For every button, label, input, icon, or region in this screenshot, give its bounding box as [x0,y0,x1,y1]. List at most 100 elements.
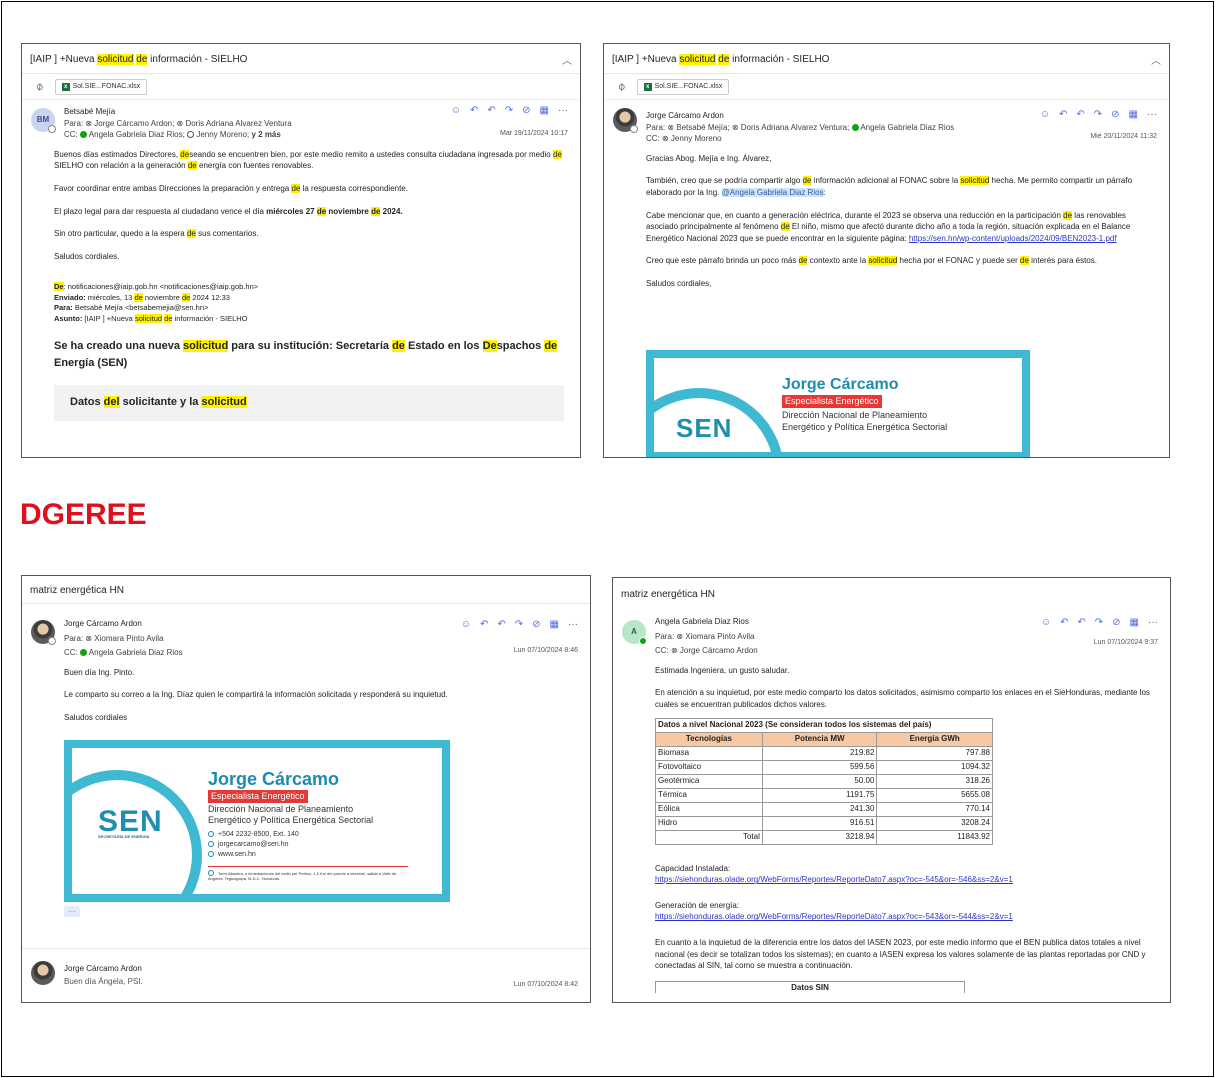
attachment-chip[interactable]: x Sol.SIE...FONAC.xlsx [54,78,148,95]
forwarded-header: De: notificaciones@iaip.gob.hn <notifica… [54,282,259,323]
to-line: Para: ⊗ Betsabé Mejía; ⊗ Doris Adriana A… [646,122,955,132]
section-header: Datos del solicitante y la solicitud [54,385,564,422]
more-icon[interactable]: ··· [1147,108,1157,123]
to-line: Para: ⊗ Jorge Cárcamo Ardon; ⊗ Doris Adr… [64,118,292,128]
notification-title: Se ha creado una nueva solicitud para su… [54,340,558,369]
presence-dot [48,125,56,133]
signature-web[interactable]: www.sen.hn [208,850,256,860]
message-body: Buenos días estimados Directores, desean… [54,149,570,422]
apps-icon[interactable]: ▦ [550,618,559,633]
more-icon[interactable]: ··· [1148,616,1158,631]
message: A ☺ ↶ ↶ ↷ ⊘ ▦ ··· Angela Gabriela Diaz Rios Pa… [613,608,1170,993]
message-actions: ☺ ↶ ↶ ↷ ⊘ ▦ ··· [451,104,568,119]
forward-icon[interactable]: ↷ [505,104,513,119]
collapse-chevron-icon[interactable]: ︿ [1151,52,1161,67]
to-line: Para: ⊗ Xiomara Pinto Avila [655,631,755,641]
table-caption: Datos a nivel Nacional 2023 (Se consider… [655,717,993,733]
table-total-row: Total 3218.94 11843.92 [655,829,993,845]
generation-link[interactable]: https://siehonduras.olade.org/WebForms/R… [655,912,1013,921]
emoji-icon[interactable]: ☺ [461,618,471,633]
email-panel-matriz-1: matriz energética HN ☺ ↶ ↶ ↷ ⊘ ▦ ··· Jorge Cár… [21,575,591,1003]
ben-link[interactable]: https://sen.hn/wp-content/uploads/2024/0… [909,234,1117,243]
message: BM ☺ ↶ ↶ ↷ ⊘ ▦ ··· Betsabé Mejía Para: ⊗ Jorge… [22,100,580,422]
excel-icon: x [61,82,70,91]
forward-icon[interactable]: ↷ [515,618,523,633]
reply-icon[interactable]: ↶ [1059,108,1067,123]
email-subject[interactable]: matriz energética HN [22,576,590,604]
message-date: Mié 20/11/2024 11:32 [1090,133,1157,140]
email-panel-matriz-2: matriz energética HN A ☺ ↶ ↶ ↷ ⊘ ▦ ··· Angela … [612,577,1171,1003]
paperclip-icon: ⌀ [615,80,629,94]
reply-icon[interactable]: ↶ [1060,616,1068,631]
more-icon[interactable]: ··· [568,618,578,633]
available-icon [80,649,88,657]
apps-icon[interactable]: ▦ [540,104,549,119]
emoji-icon[interactable]: ☺ [1041,616,1051,631]
section-heading: DGEREE [20,498,147,531]
capacity-link[interactable]: https://siehonduras.olade.org/WebForms/R… [655,875,1013,884]
reply-icon[interactable]: ↶ [480,618,488,633]
avatar[interactable]: A [622,620,647,645]
email-panel-iaip-1: [IAIP ] +Nueva solicitud de información … [21,43,581,458]
reply-all-icon[interactable]: ↶ [497,618,505,633]
table-row: Eólica 241.30 770.14 [655,801,993,817]
attachment-chip[interactable]: x Sol.SIE...FONAC.xlsx [636,78,730,95]
teams-icon[interactable]: ⊘ [522,104,530,119]
reply-all-icon[interactable]: ↶ [487,104,495,119]
cc-line: CC: ⊗ Jenny Moreno [646,134,722,144]
to-line: Para: ⊗ Xiomara Pinto Avila [64,633,164,643]
table-header: Energía GWh [876,731,993,747]
email-subject[interactable]: [IAIP ] +Nueva solicitud de información … [22,44,580,74]
reply-all-icon[interactable]: ↶ [1076,108,1084,123]
table-header: Potencia MW [761,731,878,747]
teams-icon[interactable]: ⊘ [1112,616,1120,631]
reply-all-icon[interactable]: ↶ [1077,616,1085,631]
table-row: Hidro 916.51 3208.24 [655,815,993,831]
phone-icon [208,830,214,837]
table-header: Tecnologías [655,731,763,747]
available-icon [851,123,859,131]
teams-icon[interactable]: ⊘ [1111,108,1119,123]
table-row: Geotérmica 50.00 318.26 [655,773,993,789]
message-date: Lun 07/10/2024 9:37 [1093,639,1158,646]
attachments-row: ⌀ x Sol.SIE...FONAC.xlsx [604,74,1169,100]
presence-dot [630,125,638,133]
emoji-icon[interactable]: ☺ [451,104,461,119]
message-body: Buen día Ing. Pinto. Le comparto su corr… [64,667,448,722]
signature-department: Dirección Nacional de Planeamiento Energé… [208,803,374,826]
energy-table: Datos a nivel Nacional 2023 (Se consider… [655,717,993,845]
email-subject[interactable]: [IAIP ] +Nueva solicitud de información … [604,44,1169,74]
apps-icon[interactable]: ▦ [1130,616,1139,631]
show-more-button[interactable]: ··· [64,905,80,918]
signature-name: Jorge Cárcamo [782,376,899,393]
forward-icon[interactable]: ↷ [1094,108,1102,123]
signature-department: Dirección Nacional de Planeamiento Energé… [782,410,948,432]
email-subject[interactable]: matriz energética HN [613,578,1170,608]
collapse-chevron-icon[interactable]: ︿ [562,52,572,67]
cc-line: CC: Angela Gabriela Diaz Rios; Jenny Mor… [64,130,281,140]
avatar[interactable] [613,108,638,133]
message-actions: ☺ ↶ ↶ ↷ ⊘ ▦ ··· [1041,616,1158,631]
contact-icon [187,131,195,139]
mention[interactable]: @Angela Gabriela Diaz Rios [721,187,824,197]
avatar[interactable] [31,620,56,645]
emoji-icon[interactable]: ☺ [1040,108,1050,123]
presence-dot [48,637,56,645]
teams-icon[interactable]: ⊘ [532,618,540,633]
message: ☺ ↶ ↶ ↷ ⊘ ▦ ··· Jorge Cárcamo Ardon Para: ⊗ Xi… [22,604,590,918]
location-icon [208,869,214,876]
message: ☺ ↶ ↶ ↷ ⊘ ▦ ··· Jorge Cárcamo Ardon Para: ⊗ Be… [604,100,1169,457]
more-icon[interactable]: ··· [558,104,568,119]
web-icon [208,850,214,857]
signature-email[interactable]: jorgecarcamo@sen.hn [208,840,289,850]
email-icon [208,840,214,847]
forward-icon[interactable]: ↷ [1095,616,1103,631]
apps-icon[interactable]: ▦ [1129,108,1138,123]
collapsed-message[interactable]: Jorge Cárcamo Ardon Buen día Ángela, PSI… [22,948,590,1002]
avatar[interactable] [31,961,55,985]
paperclip-icon: ⌀ [33,80,47,94]
reply-icon[interactable]: ↶ [470,104,478,119]
sen-logo: SEN [676,413,733,443]
avatar[interactable]: BM [31,108,56,133]
signature-address: Torre Altamira, a inmediaciones del esti… [208,865,408,883]
